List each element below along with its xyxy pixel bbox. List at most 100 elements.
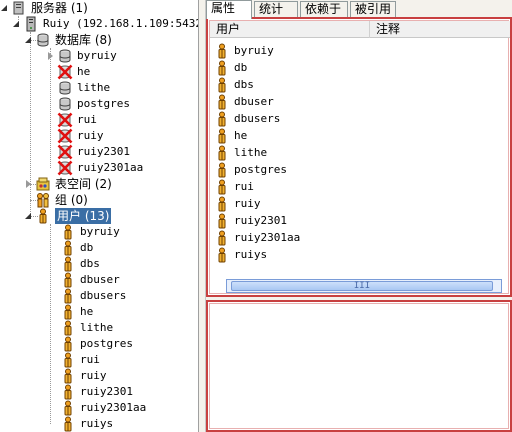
tablespace-icon [35, 176, 51, 192]
properties-panel: 用户 注释 byruiy db dbs dbuser dbusers he lithe pos… [206, 17, 512, 297]
tree-node-user[interactable]: dbs [60, 256, 100, 272]
list-item[interactable]: dbs [214, 76, 254, 93]
list-item-name: rui [234, 180, 254, 193]
database-icon [57, 48, 73, 64]
expand-toggle-icon[interactable] [46, 51, 55, 61]
user-icon [60, 336, 76, 352]
tree-node-groups[interactable]: 组 (0) [35, 192, 88, 208]
tree-node-database[interactable]: he [46, 64, 90, 80]
tree-label-user: ruiy2301aa [80, 401, 147, 414]
tree-label-user: ruiy [80, 369, 107, 382]
tree-label-database: postgres [77, 97, 130, 110]
tree-node-user[interactable]: lithe [60, 320, 113, 336]
tree-node-user[interactable]: ruiy2301aa [60, 400, 146, 416]
list-item[interactable]: ruiy2301 [214, 212, 287, 229]
list-item[interactable]: rui [214, 178, 254, 195]
expand-toggle-icon[interactable] [24, 179, 33, 189]
tree-node-user[interactable]: dbusers [60, 288, 126, 304]
list-item[interactable]: ruiy [214, 195, 261, 212]
list-item-name: lithe [234, 146, 268, 159]
expand-toggle-icon[interactable] [0, 4, 9, 13]
tree-node-user[interactable]: dbuser [60, 272, 120, 288]
tree-node-database[interactable]: ruiy2301 [46, 144, 130, 160]
user-icon [214, 94, 230, 110]
tree-label-user: dbuser [80, 273, 120, 286]
horizontal-scrollbar[interactable]: III [226, 279, 502, 293]
user-icon [60, 368, 76, 384]
tree-label-user: dbusers [80, 289, 127, 302]
tree-node-database[interactable]: postgres [46, 96, 130, 112]
tree-node-database[interactable]: byruiy [46, 48, 117, 64]
sql-text-area[interactable] [209, 303, 509, 429]
tree-node-user[interactable]: ruiys [60, 416, 113, 432]
database-icon [35, 32, 51, 48]
expand-toggle-icon[interactable] [24, 212, 33, 221]
column-header-user[interactable]: 用户 [210, 21, 370, 38]
tree-node-database[interactable]: ruiy [46, 128, 104, 144]
list-item[interactable]: db [214, 59, 247, 76]
tree-node-user[interactable]: he [60, 304, 93, 320]
properties-listview[interactable]: 用户 注释 byruiy db dbs dbuser dbusers he lithe pos… [209, 20, 510, 294]
list-item[interactable]: he [214, 127, 247, 144]
tree-node-user[interactable]: rui [60, 352, 100, 368]
tree-label-users: 用户 (13) [55, 208, 112, 224]
user-icon [60, 352, 76, 368]
list-item-name: ruiy2301aa [234, 231, 301, 244]
expand-toggle-icon[interactable] [12, 20, 21, 29]
list-item-name: dbs [234, 78, 254, 91]
tree-node-database[interactable]: rui [46, 112, 97, 128]
user-icon [60, 304, 76, 320]
list-item[interactable]: ruiys [214, 246, 267, 263]
servers-icon [11, 0, 27, 16]
tree-node-servers[interactable]: 服务器 (1) [0, 0, 88, 16]
object-browser-tree[interactable]: 服务器 (1) Ruiy (192.168.1.109:5432) 数据库 (8… [0, 0, 198, 432]
tree-label-database: byruiy [77, 49, 117, 62]
user-icon [60, 384, 76, 400]
tree-node-users[interactable]: 用户 (13) [24, 208, 112, 224]
tree-label-database: he [77, 65, 91, 78]
tree-node-user[interactable]: db [60, 240, 93, 256]
pane-splitter[interactable] [198, 0, 206, 432]
user-icon [60, 256, 76, 272]
list-item[interactable]: dbuser [214, 93, 274, 110]
tree-label-databases: 数据库 (8) [55, 33, 112, 47]
list-item-name: he [234, 129, 248, 142]
tab-properties[interactable]: 属性 [206, 0, 252, 19]
user-icon [214, 196, 230, 212]
tree-node-database[interactable]: ruiy2301aa [46, 160, 143, 176]
list-item-name: dbuser [234, 95, 274, 108]
tree-node-user[interactable]: postgres [60, 336, 133, 352]
user-icon [214, 60, 230, 76]
tree-label-user: db [80, 241, 94, 254]
tree-node-server[interactable]: Ruiy (192.168.1.109:5432) [12, 16, 198, 32]
tree-node-databases[interactable]: 数据库 (8) [24, 32, 112, 48]
tree-label-database: ruiy2301 [77, 145, 130, 158]
expand-toggle-icon[interactable] [24, 36, 33, 45]
tab-referenced-by[interactable]: 被引用 [350, 1, 396, 18]
user-icon [60, 400, 76, 416]
tab-statistics[interactable]: 统计量 [254, 1, 298, 31]
user-icon [60, 224, 76, 240]
list-item[interactable]: ruiy2301aa [214, 229, 300, 246]
user-icon [214, 43, 230, 59]
list-item[interactable]: lithe [214, 144, 267, 161]
tree-node-user[interactable]: byruiy [60, 224, 120, 240]
group-icon [35, 192, 51, 208]
user-icon [60, 240, 76, 256]
scrollbar-thumb[interactable]: III [231, 281, 493, 291]
list-item-name: byruiy [234, 44, 274, 57]
column-header-comment[interactable]: 注释 [370, 21, 510, 38]
list-item-name: db [234, 61, 248, 74]
user-icon [60, 272, 76, 288]
tree-node-user[interactable]: ruiy2301 [60, 384, 133, 400]
tree-label-database: rui [77, 113, 97, 126]
list-item[interactable]: dbusers [214, 110, 280, 127]
tree-node-user[interactable]: ruiy [60, 368, 107, 384]
list-item[interactable]: byruiy [214, 42, 274, 59]
list-item[interactable]: postgres [214, 161, 287, 178]
tab-depends-on[interactable]: 依赖于 [300, 1, 348, 18]
tree-node-database[interactable]: lithe [46, 80, 110, 96]
tree-node-tablespaces[interactable]: 表空间 (2) [24, 176, 112, 192]
